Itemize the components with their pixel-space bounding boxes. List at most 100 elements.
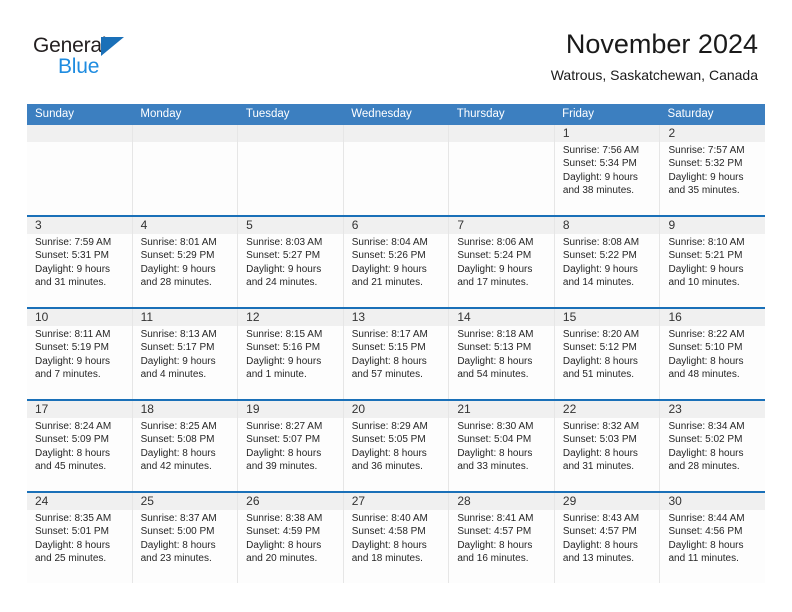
calendar-day-cell[interactable]: 6 Sunrise: 8:04 AM Sunset: 5:26 PM Daylight… [344, 217, 450, 307]
day-sun-info: Sunrise: 8:10 AM Sunset: 5:21 PM Daylight:… [668, 236, 759, 290]
daylight-text-line2: and 36 minutes. [351, 461, 423, 473]
weekday-header-wednesday: Wednesday [351, 108, 412, 120]
daylight-text-line2: and 38 minutes. [562, 185, 635, 197]
day-sun-info: Sunrise: 8:35 AM Sunset: 5:01 PM Daylight:… [35, 512, 126, 566]
sunrise-text: Sunrise: 8:08 AM [562, 237, 640, 248]
daylight-text-line2: and 10 minutes. [668, 277, 740, 289]
weekday-header-row: Sunday Monday Tuesday Wednesday Thursday Frid… [27, 104, 765, 125]
calendar-day-cell-empty [27, 125, 133, 215]
sunset-text: Sunset: 5:03 PM [562, 434, 637, 446]
calendar-day-cell[interactable]: 2 Sunrise: 7:57 AM Sunset: 5:32 PM Daylight… [660, 125, 765, 215]
daylight-text-line1: Daylight: 8 hours [457, 539, 533, 551]
sunset-text: Sunset: 5:08 PM [140, 434, 215, 446]
day-number: 30 [668, 494, 682, 508]
sunset-text: Sunset: 5:16 PM [246, 342, 321, 354]
daylight-text-line1: Daylight: 9 hours [562, 171, 638, 183]
daylight-text-line2: and 4 minutes. [140, 369, 207, 381]
day-number: 25 [140, 494, 154, 508]
daylight-text-line2: and 31 minutes. [562, 461, 635, 473]
calendar-day-cell[interactable]: 18 Sunrise: 8:25 AM Sunset: 5:08 PM Dayligh… [133, 401, 239, 491]
day-number: 5 [246, 218, 253, 232]
sunrise-text: Sunrise: 8:18 AM [457, 329, 534, 340]
daylight-text-line2: and 28 minutes. [140, 277, 212, 289]
calendar-day-cell[interactable]: 11 Sunrise: 8:13 AM Sunset: 5:17 PM Dayligh… [133, 309, 239, 399]
sunset-text: Sunset: 4:58 PM [351, 526, 426, 538]
calendar-day-cell[interactable]: 28 Sunrise: 8:41 AM Sunset: 4:57 PM Dayligh… [449, 493, 555, 583]
daylight-text-line1: Daylight: 9 hours [246, 263, 322, 275]
calendar-day-cell[interactable]: 27 Sunrise: 8:40 AM Sunset: 4:58 PM Dayligh… [344, 493, 450, 583]
calendar-day-cell-empty [133, 125, 239, 215]
day-sun-info: Sunrise: 8:01 AM Sunset: 5:29 PM Daylight:… [141, 236, 232, 290]
calendar-grid: Sunday Monday Tuesday Wednesday Thursday Frid… [27, 104, 765, 583]
calendar-day-cell[interactable]: 26 Sunrise: 8:38 AM Sunset: 4:59 PM Dayligh… [238, 493, 344, 583]
daylight-text-line2: and 17 minutes. [457, 277, 529, 289]
generalblue-logo[interactable]: General Blue [33, 34, 233, 84]
day-number: 16 [668, 310, 682, 324]
daylight-text-line2: and 54 minutes. [457, 369, 529, 381]
daylight-text-line1: Daylight: 8 hours [351, 447, 427, 459]
sunrise-text: Sunrise: 8:10 AM [668, 237, 745, 248]
day-number: 6 [351, 218, 359, 232]
day-sun-info: Sunrise: 8:13 AM Sunset: 5:17 PM Daylight:… [141, 328, 232, 382]
calendar-day-cell[interactable]: 24 Sunrise: 8:35 AM Sunset: 5:01 PM Dayligh… [27, 493, 133, 583]
calendar-day-cell[interactable]: 20 Sunrise: 8:29 AM Sunset: 5:05 PM Dayligh… [344, 401, 450, 491]
daylight-text-line1: Daylight: 8 hours [35, 539, 111, 551]
calendar-day-cell[interactable]: 14 Sunrise: 8:18 AM Sunset: 5:13 PM Dayligh… [449, 309, 555, 399]
day-number: 2 [668, 126, 676, 140]
calendar-day-cell[interactable]: 22 Sunrise: 8:32 AM Sunset: 5:03 PM Dayligh… [555, 401, 661, 491]
page-header: General Blue November 2024 Watrous, Sask… [0, 0, 792, 100]
calendar-day-cell[interactable]: 29 Sunrise: 8:43 AM Sunset: 4:57 PM Dayligh… [555, 493, 661, 583]
weekday-header-sunday: Sunday [35, 108, 75, 120]
day-sun-info: Sunrise: 8:03 AM Sunset: 5:27 PM Daylight:… [246, 236, 337, 290]
calendar-day-cell[interactable]: 15 Sunrise: 8:20 AM Sunset: 5:12 PM Dayligh… [555, 309, 661, 399]
day-number: 17 [35, 402, 49, 416]
day-sun-info: Sunrise: 8:25 AM Sunset: 5:08 PM Daylight:… [141, 420, 232, 474]
day-sun-info: Sunrise: 7:56 AM Sunset: 5:34 PM Daylight:… [563, 144, 654, 198]
sunrise-text: Sunrise: 8:30 AM [457, 421, 534, 432]
day-number: 27 [351, 494, 366, 508]
calendar-day-cell[interactable]: 21 Sunrise: 8:30 AM Sunset: 5:04 PM Dayligh… [449, 401, 555, 491]
calendar-day-cell[interactable]: 30 Sunrise: 8:44 AM Sunset: 4:56 PM Dayligh… [660, 493, 765, 583]
calendar-day-cell[interactable]: 7 Sunrise: 8:06 AM Sunset: 5:24 PM Daylight… [449, 217, 555, 307]
daylight-text-line2: and 39 minutes. [246, 461, 318, 473]
calendar-day-cell[interactable]: 8 Sunrise: 8:08 AM Sunset: 5:22 PM Daylight… [555, 217, 661, 307]
calendar-weeks: 1 Sunrise: 7:56 AM Sunset: 5:34 PM Daylight… [27, 125, 765, 583]
sunrise-text: Sunrise: 8:25 AM [140, 421, 217, 432]
day-sun-info: Sunrise: 8:43 AM Sunset: 4:57 PM Daylight:… [563, 512, 654, 566]
daylight-text-line1: Daylight: 8 hours [457, 355, 533, 367]
daylight-text-line1: Daylight: 9 hours [246, 355, 322, 367]
calendar-week-row: 24 Sunrise: 8:35 AM Sunset: 5:01 PM Dayligh… [27, 491, 765, 583]
day-sun-info: Sunrise: 8:11 AM Sunset: 5:19 PM Daylight:… [35, 328, 126, 382]
day-sun-info: Sunrise: 8:38 AM Sunset: 4:59 PM Daylight:… [246, 512, 337, 566]
calendar-day-cell[interactable]: 25 Sunrise: 8:37 AM Sunset: 5:00 PM Dayligh… [133, 493, 239, 583]
calendar-day-cell[interactable]: 1 Sunrise: 7:56 AM Sunset: 5:34 PM Daylight… [555, 125, 661, 215]
daylight-text-line1: Daylight: 9 hours [562, 263, 638, 275]
calendar-day-cell[interactable]: 16 Sunrise: 8:22 AM Sunset: 5:10 PM Dayligh… [660, 309, 765, 399]
calendar-week-row: 17 Sunrise: 8:24 AM Sunset: 5:09 PM Dayligh… [27, 399, 765, 491]
sunrise-text: Sunrise: 7:59 AM [35, 237, 112, 248]
calendar-day-cell[interactable]: 9 Sunrise: 8:10 AM Sunset: 5:21 PM Daylight… [660, 217, 765, 307]
sunset-text: Sunset: 5:04 PM [457, 434, 532, 446]
sunrise-text: Sunrise: 8:24 AM [35, 421, 112, 432]
day-sun-info: Sunrise: 8:41 AM Sunset: 4:57 PM Daylight:… [457, 512, 548, 566]
day-number: 3 [35, 218, 42, 232]
calendar-day-cell[interactable]: 23 Sunrise: 8:34 AM Sunset: 5:02 PM Dayligh… [660, 401, 765, 491]
daylight-text-line1: Daylight: 9 hours [668, 171, 744, 183]
calendar-day-cell[interactable]: 5 Sunrise: 8:03 AM Sunset: 5:27 PM Daylight… [238, 217, 344, 307]
calendar-day-cell[interactable]: 4 Sunrise: 8:01 AM Sunset: 5:29 PM Daylight… [133, 217, 239, 307]
calendar-week-row: 10 Sunrise: 8:11 AM Sunset: 5:19 PM Dayligh… [27, 307, 765, 399]
daylight-text-line1: Daylight: 8 hours [562, 447, 638, 459]
calendar-day-cell[interactable]: 3 Sunrise: 7:59 AM Sunset: 5:31 PM Daylight… [27, 217, 133, 307]
weekday-header-tuesday: Tuesday [245, 108, 290, 120]
calendar-day-cell[interactable]: 10 Sunrise: 8:11 AM Sunset: 5:19 PM Dayligh… [27, 309, 133, 399]
calendar-day-cell[interactable]: 19 Sunrise: 8:27 AM Sunset: 5:07 PM Dayligh… [238, 401, 344, 491]
sunset-text: Sunset: 5:19 PM [35, 342, 109, 354]
day-number: 22 [562, 402, 577, 416]
sunrise-text: Sunrise: 8:34 AM [668, 421, 745, 432]
calendar-day-cell[interactable]: 13 Sunrise: 8:17 AM Sunset: 5:15 PM Dayligh… [344, 309, 450, 399]
calendar-day-cell[interactable]: 12 Sunrise: 8:15 AM Sunset: 5:16 PM Dayligh… [238, 309, 344, 399]
page-title: November 2024 [565, 29, 758, 59]
page-subtitle: Watrous, Saskatchewan, Canada [550, 67, 758, 83]
calendar-day-cell[interactable]: 17 Sunrise: 8:24 AM Sunset: 5:09 PM Dayligh… [27, 401, 133, 491]
day-sun-info: Sunrise: 8:18 AM Sunset: 5:13 PM Daylight:… [457, 328, 548, 382]
